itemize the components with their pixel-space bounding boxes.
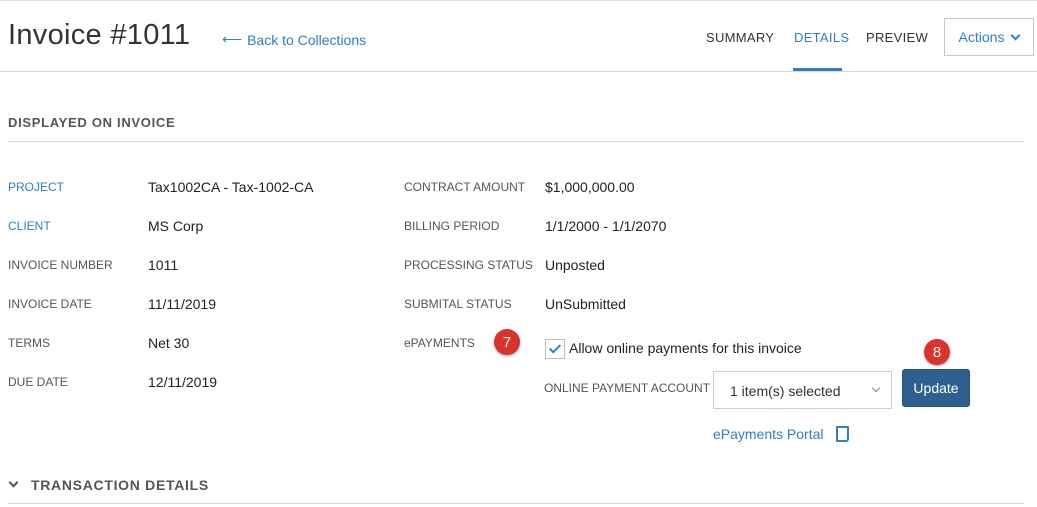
client-label-link[interactable]: CLIENT [8, 219, 51, 233]
section-title-transaction-details: TRANSACTION DETAILS [31, 477, 209, 493]
page-header: Invoice #1011 ⟵ Back to Collections SUMM… [0, 1, 1037, 72]
checkmark-icon [548, 341, 562, 354]
portal-link-label: ePayments Portal [713, 426, 824, 442]
select-value: 1 item(s) selected [730, 383, 841, 399]
annotation-badge-7: 7 [494, 329, 520, 355]
invoice-number-label: INVOICE NUMBER [8, 258, 113, 272]
active-tab-indicator [793, 68, 842, 71]
back-to-collections-link[interactable]: ⟵ Back to Collections [222, 31, 366, 48]
processing-status-label: PROCESSING STATUS [404, 258, 533, 272]
invoice-number-value: 1011 [148, 257, 179, 273]
section-divider [8, 503, 1024, 504]
transaction-details-toggle[interactable]: TRANSACTION DETAILS [8, 477, 209, 493]
allow-online-payments-label[interactable]: Allow online payments for this invoice [569, 340, 802, 356]
contract-amount-label: CONTRACT AMOUNT [404, 180, 526, 194]
online-payment-account-select[interactable]: 1 item(s) selected [713, 371, 892, 409]
back-link-label: Back to Collections [247, 31, 367, 48]
allow-online-payments-checkbox[interactable] [545, 339, 565, 359]
project-value: Tax1002CA - Tax-1002-CA [148, 179, 314, 195]
invoice-date-label: INVOICE DATE [8, 297, 92, 311]
section-title-displayed-on-invoice: DISPLAYED ON INVOICE [8, 115, 176, 130]
invoice-date-value: 11/11/2019 [148, 296, 216, 312]
chevron-down-icon [8, 477, 19, 488]
terms-label: TERMS [8, 336, 50, 350]
online-payment-account-label: ONLINE PAYMENT ACCOUNT [544, 381, 711, 395]
update-button[interactable]: Update [902, 369, 970, 407]
external-document-icon [835, 426, 849, 442]
chevron-down-icon [871, 383, 881, 393]
annotation-badge-8: 8 [924, 339, 950, 365]
due-date-value: 12/11/2019 [148, 374, 218, 390]
epayments-label: ePAYMENTS [404, 336, 475, 350]
submital-status-value: UnSubmitted [545, 296, 626, 312]
actions-label: Actions [958, 29, 1005, 45]
tab-preview[interactable]: PREVIEW [866, 30, 928, 45]
submital-status-label: SUBMITAL STATUS [404, 297, 512, 311]
chevron-down-icon [1011, 30, 1021, 40]
tab-summary[interactable]: SUMMARY [706, 30, 774, 45]
due-date-label: DUE DATE [8, 375, 68, 389]
project-label-link[interactable]: PROJECT [8, 180, 64, 194]
section-divider [8, 141, 1024, 142]
page-title: Invoice #1011 [8, 19, 191, 51]
billing-period-label: BILLING PERIOD [404, 219, 500, 233]
arrow-left-icon: ⟵ [222, 31, 243, 47]
epayments-portal-link[interactable]: ePayments Portal [713, 426, 849, 442]
client-value: MS Corp [148, 218, 204, 234]
billing-period-value: 1/1/2000 - 1/1/2070 [545, 218, 667, 234]
actions-button[interactable]: Actions [944, 18, 1034, 56]
terms-value: Net 30 [148, 335, 190, 351]
processing-status-value: Unposted [545, 257, 605, 273]
tab-details[interactable]: DETAILS [794, 30, 849, 45]
contract-amount-value: $1,000,000.00 [545, 179, 635, 195]
